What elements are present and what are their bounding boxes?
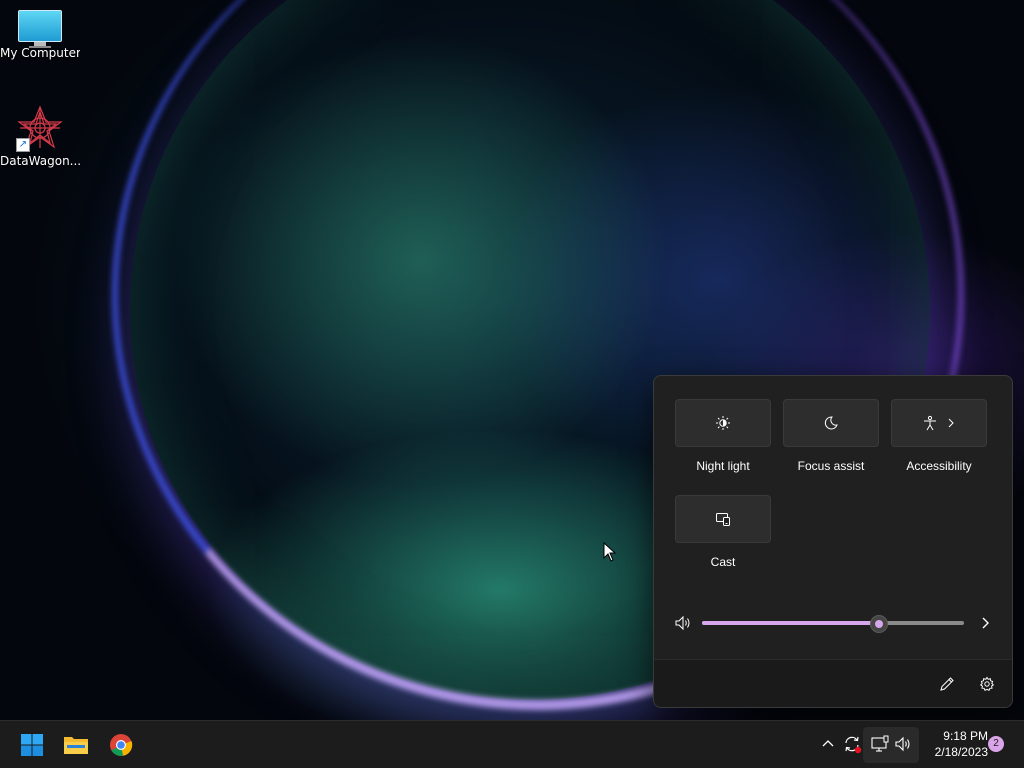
datawagon-icon: ↗ xyxy=(16,104,64,152)
chrome-icon xyxy=(110,734,133,756)
desktop-icon-my-computer[interactable]: My Computer xyxy=(0,0,80,60)
network-tray-button[interactable] xyxy=(869,733,891,755)
clock-time: 9:18 PM xyxy=(943,729,988,743)
start-button[interactable] xyxy=(14,727,50,763)
pencil-icon xyxy=(940,677,954,691)
computer-icon xyxy=(18,10,62,48)
tile-label: Accessibility xyxy=(906,459,972,473)
taskbar: 9:18 PM 2/18/2023 2 xyxy=(0,720,1024,768)
night-light-button[interactable] xyxy=(675,399,771,447)
tile-night-light: Night light xyxy=(675,399,771,473)
tile-label: Night light xyxy=(696,459,750,473)
desktop-icon-label: DataWagon... xyxy=(0,154,80,168)
volume-output-chevron-icon[interactable] xyxy=(978,612,992,638)
chrome-button[interactable] xyxy=(103,727,139,763)
accessibility-icon xyxy=(924,415,936,431)
gear-icon xyxy=(979,676,995,691)
chevron-right-icon xyxy=(948,418,954,428)
cast-button[interactable] xyxy=(675,495,771,543)
settings-button[interactable] xyxy=(975,672,999,696)
tile-label: Focus assist xyxy=(797,459,865,473)
network-icon xyxy=(871,735,889,752)
chevron-up-icon xyxy=(822,740,834,747)
tray-network-volume-group[interactable] xyxy=(863,727,919,763)
accessibility-button[interactable] xyxy=(891,399,987,447)
speaker-icon xyxy=(895,736,910,752)
sync-icon xyxy=(845,736,862,754)
notification-count-badge[interactable]: 2 xyxy=(988,736,1004,752)
quick-settings-panel: Night light Focus assist Accessibility C… xyxy=(653,375,1013,708)
cast-icon xyxy=(716,513,730,526)
edit-quick-settings-button[interactable] xyxy=(935,672,959,696)
windows-logo-icon xyxy=(21,734,43,756)
desktop-icon-label: My Computer xyxy=(0,46,80,60)
taskbar-clock[interactable]: 9:18 PM 2/18/2023 xyxy=(922,728,988,760)
speaker-icon[interactable] xyxy=(674,614,692,636)
quick-settings-footer xyxy=(654,659,1012,707)
tile-focus-assist: Focus assist xyxy=(783,399,879,473)
tile-label: Cast xyxy=(710,555,736,569)
shortcut-arrow-icon: ↗ xyxy=(16,138,30,152)
focus-assist-button[interactable] xyxy=(783,399,879,447)
volume-row xyxy=(674,612,992,634)
volume-slider-fill xyxy=(702,621,878,625)
moon-icon xyxy=(824,416,838,430)
mouse-cursor-icon xyxy=(603,541,617,566)
volume-tray-button[interactable] xyxy=(893,733,915,755)
night-light-icon xyxy=(716,416,730,430)
desktop-icon-datawagon[interactable]: ↗ DataWagon... xyxy=(0,100,80,168)
folder-icon xyxy=(64,737,88,754)
volume-slider[interactable] xyxy=(702,615,964,633)
tile-cast: Cast xyxy=(675,495,771,569)
file-explorer-button[interactable] xyxy=(58,727,94,763)
sync-tray-button[interactable] xyxy=(841,733,863,755)
clock-date: 2/18/2023 xyxy=(934,745,988,759)
show-hidden-icons-button[interactable] xyxy=(817,733,839,755)
tile-accessibility: Accessibility xyxy=(891,399,987,473)
volume-slider-thumb[interactable] xyxy=(869,615,888,633)
